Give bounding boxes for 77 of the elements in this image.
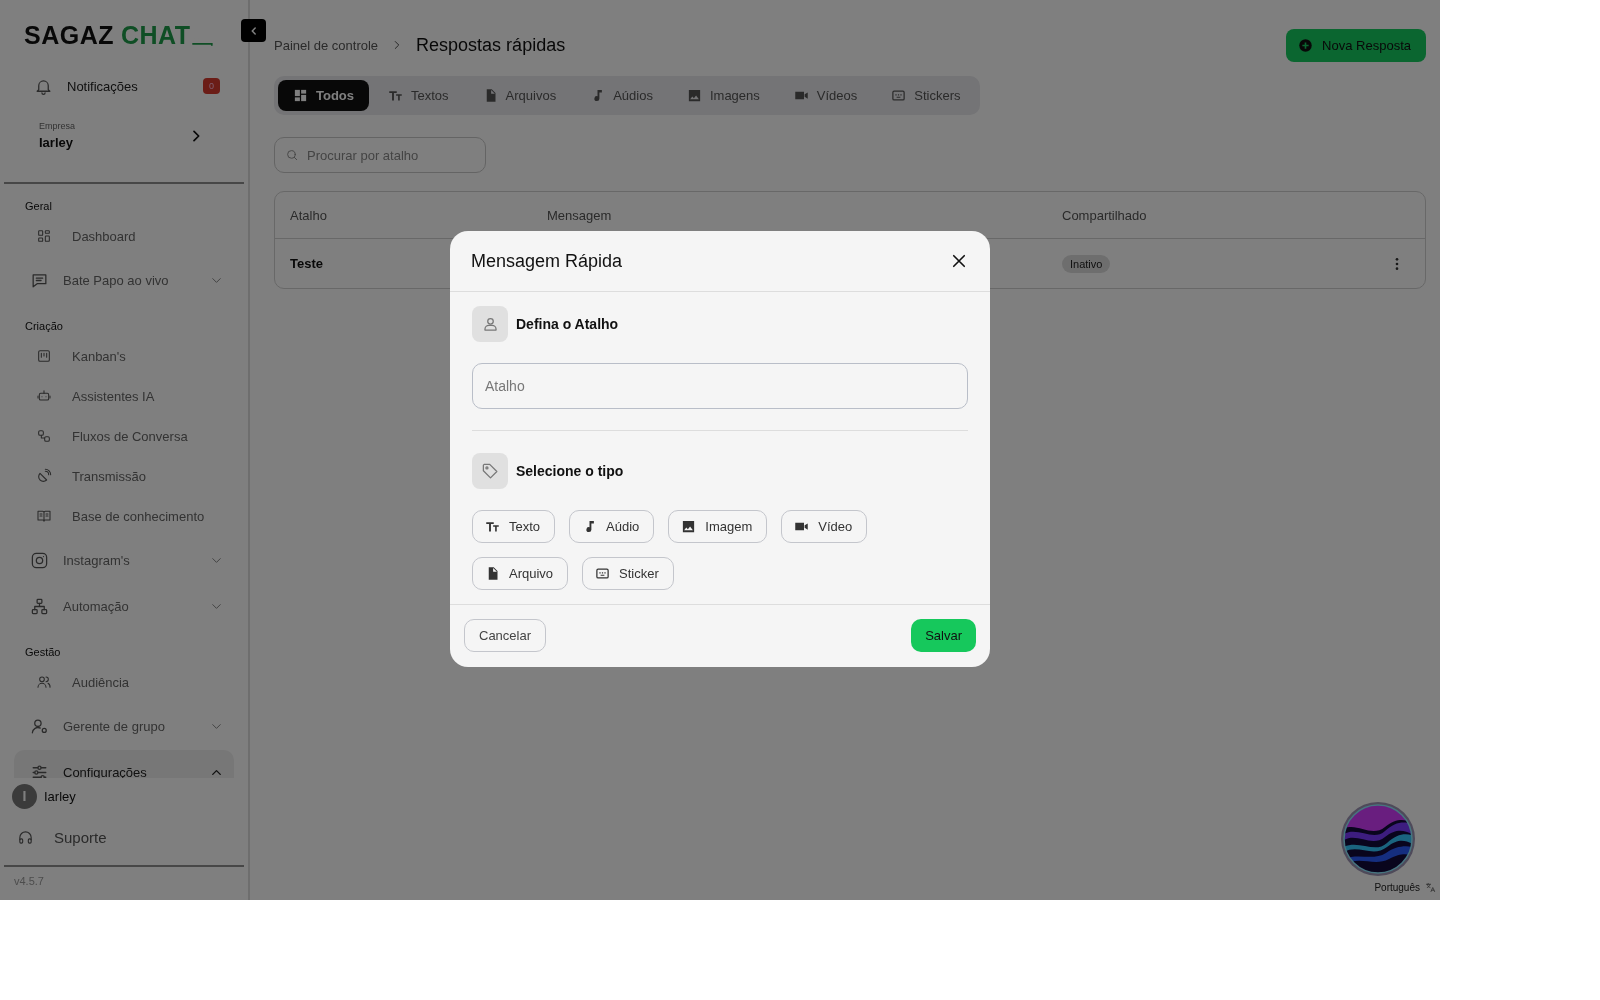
close-icon bbox=[950, 252, 968, 270]
notification-count-badge: 0 bbox=[203, 78, 220, 94]
column-header: Compartilhado bbox=[1061, 207, 1148, 223]
user-name: Iarley bbox=[44, 788, 76, 804]
type-option-button[interactable]: Vídeo bbox=[781, 510, 868, 543]
text-size-icon bbox=[485, 519, 500, 534]
nav-item[interactable]: Kanban's bbox=[14, 336, 234, 376]
book-icon bbox=[36, 508, 52, 524]
text-size-icon bbox=[388, 88, 404, 103]
type-option-button[interactable]: Arquivo bbox=[472, 557, 569, 590]
notifications-item[interactable]: Notificações 0 bbox=[34, 71, 220, 101]
type-option-button[interactable]: Imagem bbox=[668, 510, 768, 543]
flow-icon bbox=[36, 428, 52, 444]
cancel-button[interactable]: Cancelar bbox=[464, 619, 547, 652]
robot-icon bbox=[36, 388, 52, 404]
close-button[interactable] bbox=[950, 252, 968, 270]
nav-item[interactable]: Audiência bbox=[14, 662, 234, 702]
image-icon bbox=[681, 519, 697, 534]
type-option-button[interactable]: Aúdio bbox=[569, 510, 655, 543]
breadcrumb-link[interactable]: Painel de controle bbox=[274, 37, 379, 53]
filter-tab[interactable]: Stickers bbox=[876, 80, 976, 111]
filter-tab[interactable]: Aúdios bbox=[575, 80, 668, 111]
tag-icon bbox=[480, 461, 500, 481]
column-header: Mensagem bbox=[546, 207, 613, 223]
search-icon bbox=[285, 148, 299, 162]
nav-item[interactable]: Dashboard bbox=[14, 216, 234, 256]
nav-group-item[interactable]: Automação bbox=[14, 584, 234, 628]
plus-circle-icon bbox=[1298, 37, 1314, 53]
nav-item[interactable]: Base de conhecimento bbox=[14, 496, 234, 536]
headset-icon bbox=[17, 828, 34, 846]
satellite-dish-icon bbox=[36, 468, 52, 484]
dialog-title: Mensagem Rápida bbox=[471, 250, 623, 272]
filter-tab[interactable]: Todos bbox=[278, 80, 370, 111]
filter-tab[interactable]: Vídeos bbox=[778, 80, 873, 111]
step-title: Defina o Atalho bbox=[516, 316, 619, 332]
users-icon bbox=[36, 674, 52, 690]
user-avatar: I bbox=[12, 783, 37, 809]
column-header: Atalho bbox=[289, 207, 328, 223]
nav-group-item[interactable]: Gerente de grupo bbox=[14, 704, 234, 748]
nav-group-item[interactable]: Instagram's bbox=[14, 538, 234, 582]
status-badge: Inativo bbox=[1062, 254, 1111, 273]
logo: SAGAZ CHAT bbox=[0, 20, 217, 50]
section-title: Gestão bbox=[24, 645, 62, 660]
filter-tab[interactable]: Imagens bbox=[671, 80, 775, 111]
keyboard-icon bbox=[891, 88, 907, 103]
type-option-button[interactable]: Texto bbox=[472, 510, 556, 543]
filter-tab[interactable]: Arquivos bbox=[467, 80, 572, 111]
shortcut-input-field[interactable]: Atalho bbox=[472, 363, 968, 409]
support-link[interactable]: Suporte bbox=[0, 814, 107, 860]
translate-icon bbox=[1425, 882, 1436, 893]
grid-icon bbox=[293, 88, 308, 103]
language-selector[interactable]: Português bbox=[1374, 882, 1436, 893]
keyboard-icon bbox=[595, 566, 611, 581]
type-option-button[interactable]: Sticker bbox=[582, 557, 674, 590]
save-button[interactable]: Salvar bbox=[911, 619, 976, 652]
notifications-label: Notificações bbox=[67, 78, 139, 94]
new-response-button[interactable]: Nova Resposta bbox=[1286, 28, 1426, 62]
section-title: Criação bbox=[24, 319, 64, 334]
nav-item[interactable]: Transmissão bbox=[14, 456, 234, 496]
nav-item[interactable]: Assistentes IA bbox=[14, 376, 234, 416]
hierarchy-icon bbox=[30, 596, 49, 616]
step-title: Selecione o tipo bbox=[516, 463, 624, 479]
nav-group-item[interactable]: Bate Papo ao vivo bbox=[14, 258, 234, 302]
page-title: Respostas rápidas bbox=[416, 34, 566, 56]
collapse-sidebar-button[interactable] bbox=[241, 19, 266, 42]
instagram-icon bbox=[30, 550, 49, 570]
table-cell: Teste bbox=[290, 256, 323, 271]
nav-item[interactable]: Fluxos de Conversa bbox=[14, 416, 234, 456]
section-title: Geral bbox=[24, 199, 53, 214]
company-selector[interactable]: Empresa Iarley bbox=[39, 121, 204, 150]
image-icon bbox=[686, 88, 702, 103]
search-field[interactable]: Procurar por atalho bbox=[274, 137, 486, 173]
company-name: Iarley bbox=[39, 135, 74, 150]
company-caption: Empresa bbox=[39, 121, 76, 131]
board-icon bbox=[36, 348, 52, 364]
filter-tab[interactable]: Textos bbox=[373, 80, 464, 111]
grid-icon bbox=[36, 228, 52, 244]
